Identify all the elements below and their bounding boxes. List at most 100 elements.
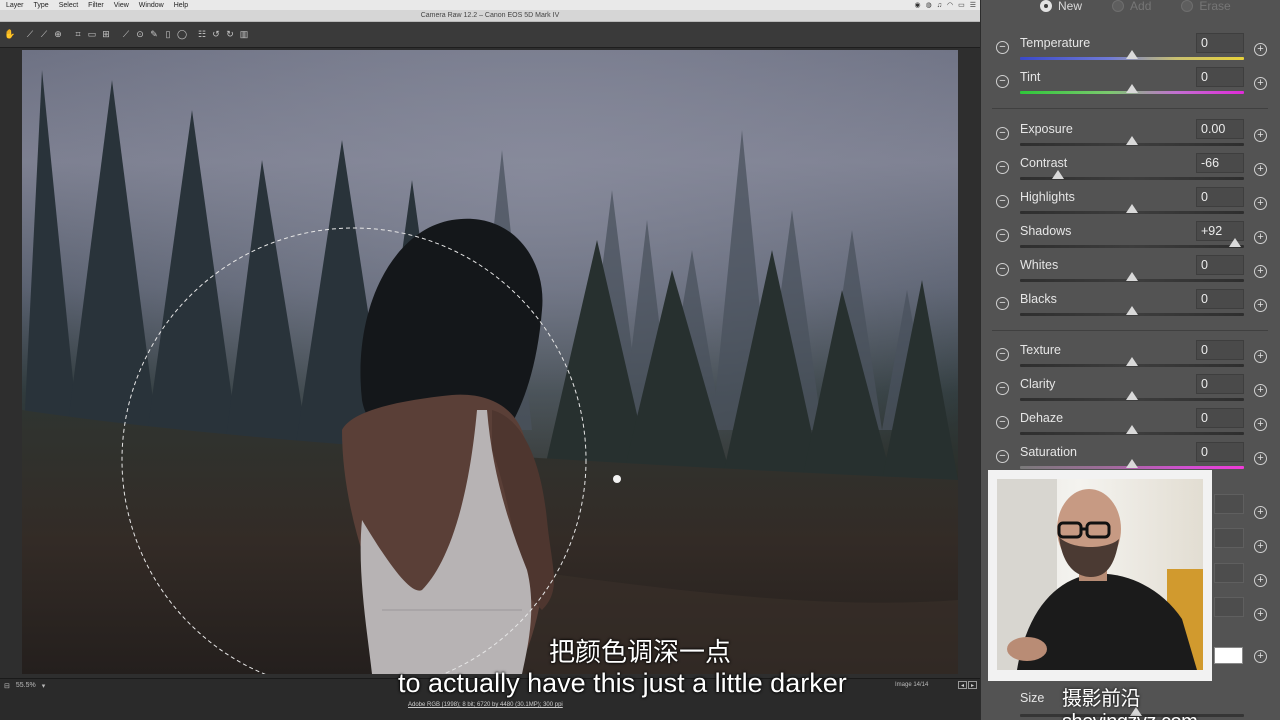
plus-icon[interactable]: + xyxy=(1254,418,1267,431)
plus-icon[interactable]: + xyxy=(1254,350,1267,363)
minus-icon[interactable]: − xyxy=(996,450,1009,463)
crop-icon[interactable]: ⌗ xyxy=(73,30,83,40)
radio-icon[interactable] xyxy=(1112,0,1125,12)
zoom-control[interactable]: ⊟ 55.5% ▾ xyxy=(4,682,45,690)
blacks-track[interactable] xyxy=(1020,306,1244,316)
minus-icon[interactable]: − xyxy=(996,263,1009,276)
radial-filter-icon[interactable]: ◯ xyxy=(177,30,187,40)
texture-thumb[interactable] xyxy=(1126,357,1138,366)
value-field[interactable] xyxy=(1214,563,1244,583)
zoom-dropdown-icon[interactable]: ▾ xyxy=(42,682,46,690)
minus-icon[interactable]: − xyxy=(996,229,1009,242)
texture-value[interactable]: 0 xyxy=(1196,340,1244,360)
whites-value[interactable]: 0 xyxy=(1196,255,1244,275)
minus-icon[interactable]: − xyxy=(996,416,1009,429)
saturation-thumb[interactable] xyxy=(1126,459,1138,468)
workflow-options-link[interactable]: Adobe RGB (1998); 8 bit; 6720 by 4480 (3… xyxy=(408,702,563,708)
record-icon[interactable]: ◉ xyxy=(915,1,921,9)
menu-window[interactable]: Window xyxy=(139,2,164,9)
minus-icon[interactable]: − xyxy=(996,127,1009,140)
transform-icon[interactable]: ⊞ xyxy=(101,30,111,40)
menu-select[interactable]: Select xyxy=(59,2,78,9)
color-sampler-icon[interactable]: ⟋ xyxy=(39,30,49,40)
plus-icon[interactable]: + xyxy=(1254,265,1267,278)
radio-icon[interactable] xyxy=(1181,0,1194,12)
minus-icon[interactable]: − xyxy=(996,75,1009,88)
radio-icon[interactable] xyxy=(1040,0,1052,12)
menu-view[interactable]: View xyxy=(114,2,129,9)
minus-icon[interactable]: − xyxy=(996,161,1009,174)
menu-filter[interactable]: Filter xyxy=(88,2,104,9)
shadows-thumb[interactable] xyxy=(1229,238,1242,247)
contrast-value[interactable]: -66 xyxy=(1196,153,1244,173)
target-adjust-icon[interactable]: ⊕ xyxy=(53,30,63,40)
graduated-filter-icon[interactable]: ▯ xyxy=(163,30,173,40)
plus-icon[interactable]: + xyxy=(1254,384,1267,397)
exposure-track[interactable] xyxy=(1020,136,1244,146)
exposure-thumb[interactable] xyxy=(1126,136,1138,145)
minus-icon[interactable]: − xyxy=(996,41,1009,54)
adjustment-brush-icon[interactable]: ✎ xyxy=(149,30,159,40)
audio-icon[interactable]: ♫ xyxy=(937,2,942,9)
trash-icon[interactable]: ▥ xyxy=(239,30,249,40)
dehaze-track[interactable] xyxy=(1020,425,1244,435)
value-field[interactable] xyxy=(1214,494,1244,514)
camera-icon[interactable]: ◍ xyxy=(926,1,932,9)
spot-removal-icon[interactable]: ⟋ xyxy=(121,30,131,40)
contrast-track[interactable] xyxy=(1020,170,1244,180)
temperature-track[interactable] xyxy=(1020,50,1244,60)
battery-icon[interactable]: ▭ xyxy=(958,1,965,9)
photo-preview[interactable] xyxy=(22,50,958,674)
saturation-track[interactable] xyxy=(1020,459,1244,469)
minus-icon[interactable]: − xyxy=(996,195,1009,208)
minus-icon[interactable]: − xyxy=(996,382,1009,395)
zoom-out-icon[interactable]: ⊟ xyxy=(4,682,10,690)
plus-icon[interactable]: + xyxy=(1254,163,1267,176)
tint-track[interactable] xyxy=(1020,84,1244,94)
highlights-value[interactable]: 0 xyxy=(1196,187,1244,207)
menu-layer[interactable]: Layer xyxy=(6,2,24,9)
straighten-icon[interactable]: ▭ xyxy=(87,30,97,40)
saturation-value[interactable]: 0 xyxy=(1196,442,1244,462)
shadows-track[interactable] xyxy=(1020,238,1244,248)
zoom-level[interactable]: 55.5% xyxy=(16,682,36,690)
contrast-thumb[interactable] xyxy=(1052,170,1065,179)
plus-icon[interactable]: + xyxy=(1254,574,1267,587)
hand-icon[interactable]: ✋ xyxy=(4,30,15,40)
clarity-thumb[interactable] xyxy=(1126,391,1138,400)
plus-icon[interactable]: + xyxy=(1254,231,1267,244)
white-balance-icon[interactable]: ⟋ xyxy=(25,30,35,40)
plus-icon[interactable]: + xyxy=(1254,43,1267,56)
plus-icon[interactable]: + xyxy=(1254,197,1267,210)
wifi-icon[interactable]: ◠ xyxy=(947,1,953,9)
mode-new[interactable]: New xyxy=(1040,0,1082,13)
list-icon[interactable]: ☰ xyxy=(970,1,976,9)
temperature-thumb[interactable] xyxy=(1126,50,1138,59)
red-eye-icon[interactable]: ⊙ xyxy=(135,30,145,40)
highlights-thumb[interactable] xyxy=(1126,204,1138,213)
clarity-value[interactable]: 0 xyxy=(1196,374,1244,394)
value-field[interactable] xyxy=(1214,528,1244,548)
tint-value[interactable]: 0 xyxy=(1196,67,1244,87)
exposure-value[interactable]: 0.00 xyxy=(1196,119,1244,139)
prev-image-icon[interactable]: ◂ xyxy=(958,681,967,689)
whites-thumb[interactable] xyxy=(1126,272,1138,281)
menu-help[interactable]: Help xyxy=(174,2,188,9)
plus-icon[interactable]: + xyxy=(1254,608,1267,621)
temperature-value[interactable]: 0 xyxy=(1196,33,1244,53)
clarity-track[interactable] xyxy=(1020,391,1244,401)
plus-icon[interactable]: + xyxy=(1254,299,1267,312)
minus-icon[interactable]: − xyxy=(996,297,1009,310)
preferences-icon[interactable]: ☷ xyxy=(197,30,207,40)
minus-icon[interactable]: − xyxy=(996,348,1009,361)
plus-icon[interactable]: + xyxy=(1254,129,1267,142)
mode-add[interactable]: Add xyxy=(1112,0,1151,13)
highlights-track[interactable] xyxy=(1020,204,1244,214)
menu-type[interactable]: Type xyxy=(34,2,49,9)
rotate-left-icon[interactable]: ↺ xyxy=(211,30,221,40)
dehaze-thumb[interactable] xyxy=(1126,425,1138,434)
whites-track[interactable] xyxy=(1020,272,1244,282)
next-image-icon[interactable]: ▸ xyxy=(968,681,977,689)
plus-icon[interactable]: + xyxy=(1254,77,1267,90)
mode-erase[interactable]: Erase xyxy=(1181,0,1231,13)
